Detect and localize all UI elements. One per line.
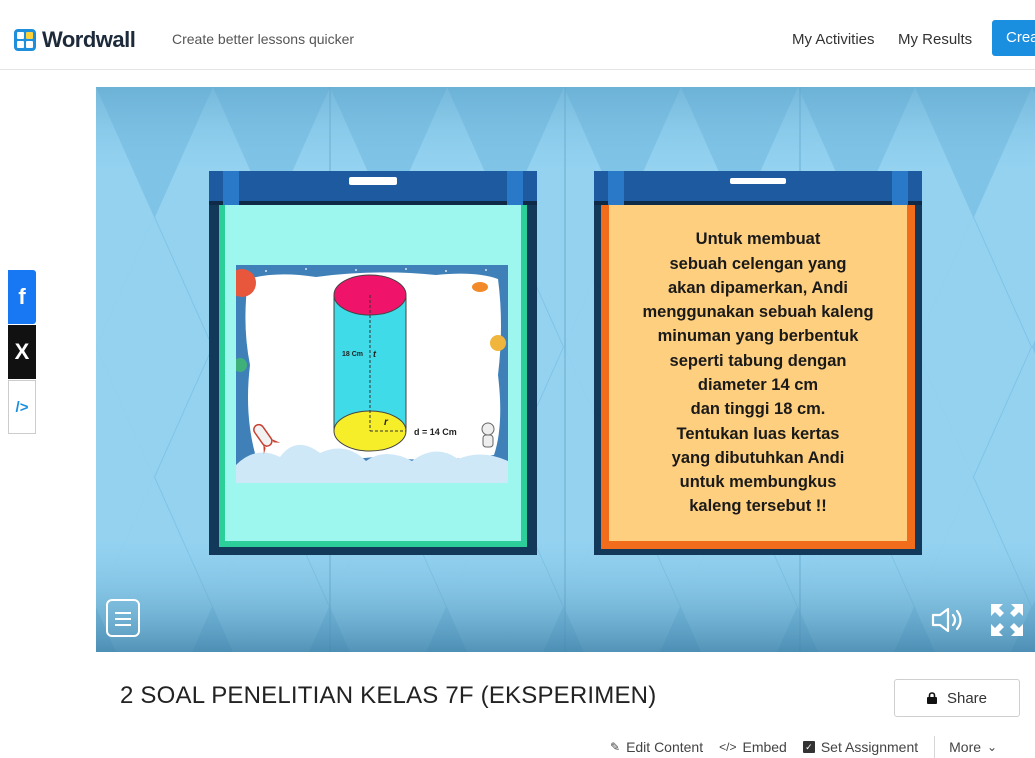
card-right-slot: [730, 178, 786, 184]
activity-info: 2 SOAL PENELITIAN KELAS 7F (EKSPERIMEN) …: [96, 652, 1035, 758]
code-icon: </>: [719, 740, 737, 754]
card-left[interactable]: 18 Cm t r d = 14 Cm: [209, 171, 537, 555]
nav-my-results[interactable]: My Results: [898, 31, 972, 48]
question-line: akan dipamerkan, Andi: [667, 278, 849, 297]
question-line: Tentukan luas kertas: [676, 424, 840, 443]
radius-variable: r: [384, 417, 388, 428]
card-right-frame: Untuk membuat sebuah celengan yang akan …: [601, 205, 915, 549]
x-icon: X: [14, 339, 30, 364]
create-activity-button[interactable]: Crea: [992, 20, 1035, 56]
tagline: Create better lessons quicker: [172, 31, 355, 47]
question-line: dan tinggi 18 cm.: [690, 400, 826, 419]
wordwall-logo-icon: [14, 29, 36, 51]
nav-my-activities[interactable]: My Activities: [792, 31, 875, 48]
question-line: kaleng tersebut !!: [689, 497, 827, 516]
question-line: untuk membungkus: [679, 473, 837, 492]
diameter-label: d = 14 Cm: [414, 427, 457, 437]
question-line: menggunakan sebuah kaleng: [642, 303, 874, 322]
fullscreen-icon[interactable]: [988, 601, 1026, 639]
game-menu-button[interactable]: [106, 599, 140, 637]
embed-label: Embed: [742, 739, 787, 755]
question-line: Untuk membuat: [695, 230, 821, 249]
share-label: Share: [946, 689, 988, 707]
card-left-slot: [349, 177, 397, 185]
hamburger-icon: [115, 612, 131, 614]
more-button[interactable]: More ⌄: [949, 739, 997, 755]
chevron-down-icon: ⌄: [987, 740, 998, 754]
question-line: diameter 14 cm: [697, 376, 819, 394]
cylinder-picture: 18 Cm t r d = 14 Cm: [236, 265, 508, 483]
set-assignment-button[interactable]: ✓ Set Assignment: [802, 739, 919, 755]
height-label: 18 Cm: [342, 351, 364, 358]
actions-divider: [934, 736, 936, 758]
set-assignment-label: Set Assignment: [820, 739, 919, 755]
question-line: seperti tabung dengan: [669, 351, 847, 370]
lock-icon: [926, 692, 937, 704]
height-variable: t: [373, 349, 376, 359]
wordwall-logo[interactable]: Wordwall: [14, 27, 136, 53]
pencil-icon: ✎: [610, 740, 621, 754]
game-stage[interactable]: 18 Cm t r d = 14 Cm Untuk membuat sebuah…: [96, 87, 1035, 652]
question-line: yang dibutuhkan Andi: [671, 448, 845, 467]
question-line: sebuah celengan yang: [669, 254, 847, 273]
embed-icon: />: [15, 398, 29, 416]
embed-share-button[interactable]: />: [8, 380, 36, 434]
embed-button[interactable]: </> Embed: [719, 739, 787, 755]
card-left-header: [209, 171, 537, 205]
logo-text: Wordwall: [42, 27, 136, 52]
question-text: Untuk membuat sebuah celengan yang akan …: [642, 227, 873, 519]
edit-content-button[interactable]: ✎ Edit Content: [610, 739, 703, 755]
facebook-icon: f: [18, 284, 26, 309]
card-right-face: Untuk membuat sebuah celengan yang akan …: [609, 205, 907, 541]
card-right[interactable]: Untuk membuat sebuah celengan yang akan …: [594, 171, 922, 555]
x-share-button[interactable]: X: [8, 325, 36, 379]
sound-icon[interactable]: [930, 605, 966, 635]
activity-title: 2 SOAL PENELITIAN KELAS 7F (EKSPERIMEN): [120, 682, 657, 709]
edit-content-label: Edit Content: [626, 739, 704, 755]
facebook-share-button[interactable]: f: [8, 270, 36, 324]
activity-actions: ✎ Edit Content </> Embed ✓ Set Assignmen…: [610, 736, 1013, 758]
share-button[interactable]: Share: [894, 679, 1020, 717]
card-right-header: [594, 171, 922, 205]
checkbox-icon: ✓: [802, 741, 815, 753]
question-line: minuman yang berbentuk: [657, 327, 859, 346]
top-navbar: Wordwall Create better lessons quicker M…: [0, 8, 1035, 70]
more-label: More: [949, 739, 982, 755]
